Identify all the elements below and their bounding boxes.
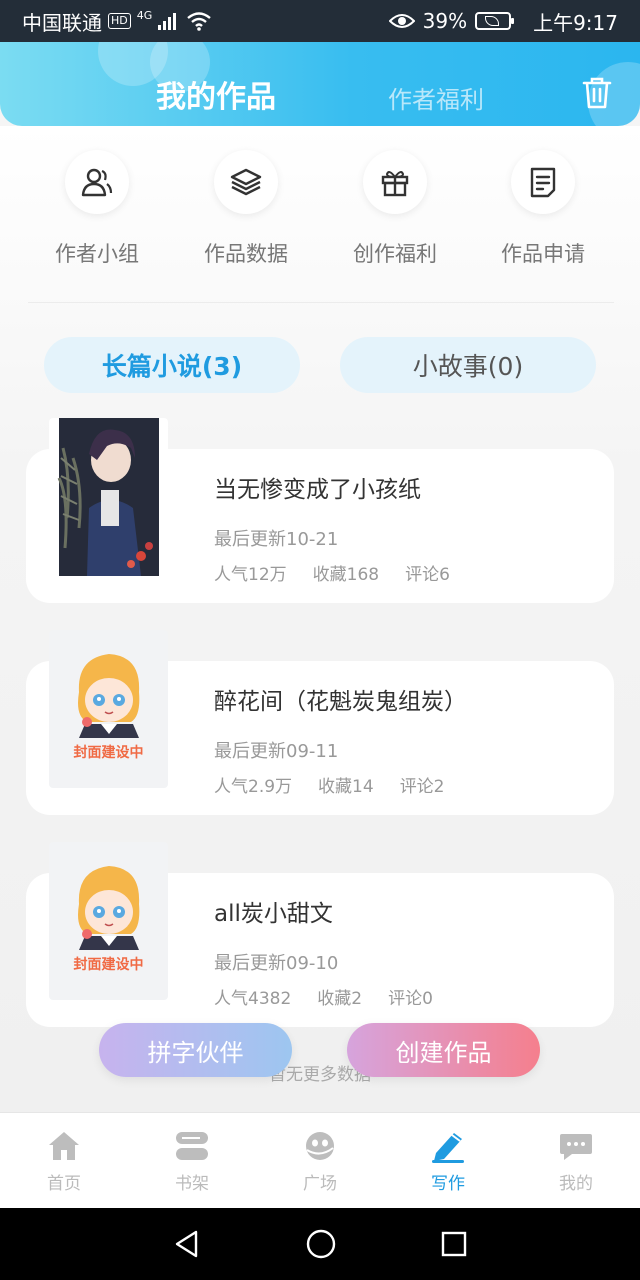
battery-percent: 39% (422, 9, 468, 33)
quick-action-label: 作品数据 (204, 242, 288, 266)
work-stats: 人气12万 收藏168 评论6 (214, 560, 450, 585)
writing-partner-button[interactable]: 拼字伙伴 (99, 1023, 292, 1077)
no-more-data-text: 暂无更多数据 (269, 1065, 371, 1085)
bookshelf-icon (174, 1129, 210, 1163)
quick-action-work-application[interactable]: 作品申请 (473, 150, 613, 268)
bottom-tab-bar: 首页 书架 广场 写作 我的 (0, 1112, 640, 1208)
back-icon[interactable] (172, 1229, 202, 1259)
plaza-icon (302, 1129, 338, 1163)
favorites: 收藏168 (312, 565, 380, 585)
comments: 评论2 (399, 777, 445, 797)
divider (28, 302, 614, 303)
create-work-button[interactable]: 创建作品 (347, 1023, 540, 1077)
popularity: 人气4382 (214, 989, 292, 1009)
quick-action-creation-benefits[interactable]: 创作福利 (325, 150, 465, 268)
work-cover-placeholder: 封面建设中 (49, 630, 168, 788)
work-updated: 最后更新10-21 (214, 529, 339, 550)
cover-placeholder-caption: 封面建设中 (73, 745, 144, 761)
tab-home[interactable]: 首页 (0, 1113, 128, 1208)
work-stats: 人气4382 收藏2 评论0 (214, 984, 433, 1009)
tab-label: 我的 (559, 1174, 593, 1194)
tab-my-works[interactable]: 我的作品 (156, 72, 276, 116)
tab-label: 广场 (303, 1174, 337, 1194)
work-updated: 最后更新09-11 (214, 741, 339, 762)
pen-icon (430, 1129, 466, 1163)
favorites: 收藏2 (317, 989, 363, 1009)
favorites: 收藏14 (318, 777, 374, 797)
recents-icon[interactable] (440, 1230, 468, 1258)
tab-label: 写作 (431, 1174, 465, 1194)
tab-label: 首页 (47, 1174, 81, 1194)
segment-short-stories[interactable]: 小故事(0) (340, 337, 596, 393)
cover-placeholder-caption: 封面建设中 (73, 957, 144, 973)
wifi-icon (187, 12, 212, 31)
quick-action-label: 作品申请 (501, 242, 585, 266)
header: 我的作品 作者福利 (0, 42, 640, 126)
home-icon (46, 1129, 82, 1163)
home-circle-icon[interactable] (305, 1228, 337, 1260)
work-stats: 人气2.9万 收藏14 评论2 (214, 772, 445, 797)
popularity: 人气12万 (214, 565, 287, 585)
clock: 上午9:17 (533, 10, 618, 35)
users-icon (65, 150, 129, 214)
eye-icon (388, 14, 415, 28)
battery-icon (475, 12, 515, 30)
gift-icon (363, 150, 427, 214)
comments: 评论6 (405, 565, 450, 585)
tab-label: 书架 (175, 1174, 209, 1194)
work-title[interactable]: 当无惨变成了小孩纸 (214, 470, 421, 504)
chat-icon (558, 1129, 594, 1163)
tab-writing[interactable]: 写作 (384, 1113, 512, 1208)
status-bar: 中国联通 HD 4G 39% 上午9:17 (0, 0, 640, 42)
quick-action-author-group[interactable]: 作者小组 (27, 150, 167, 268)
hd-badge: HD (108, 13, 131, 29)
tab-bookshelf[interactable]: 书架 (128, 1113, 256, 1208)
quick-action-label: 创作福利 (353, 242, 437, 266)
work-updated: 最后更新09-10 (214, 953, 339, 974)
work-title[interactable]: 醉花间（花魁炭鬼组炭） (214, 682, 467, 716)
comments: 评论0 (388, 989, 433, 1009)
document-icon (511, 150, 575, 214)
tab-plaza[interactable]: 广场 (256, 1113, 384, 1208)
work-cover-placeholder: 封面建设中 (49, 842, 168, 1000)
network-type: 4G (136, 8, 153, 22)
work-cover-illustration (49, 418, 168, 576)
system-navigation-bar (0, 1208, 640, 1280)
signal-icon (158, 13, 177, 30)
tab-mine[interactable]: 我的 (512, 1113, 640, 1208)
quick-action-label: 作者小组 (55, 242, 139, 266)
popularity: 人气2.9万 (214, 777, 293, 797)
carrier-name: 中国联通 (22, 10, 102, 35)
work-title[interactable]: all炭小甜文 (214, 894, 333, 928)
segment-novels[interactable]: 长篇小说(3) (44, 337, 300, 393)
quick-action-work-data[interactable]: 作品数据 (176, 150, 316, 268)
layers-icon (214, 150, 278, 214)
trash-icon[interactable] (582, 76, 612, 110)
tab-author-benefits[interactable]: 作者福利 (388, 80, 484, 115)
